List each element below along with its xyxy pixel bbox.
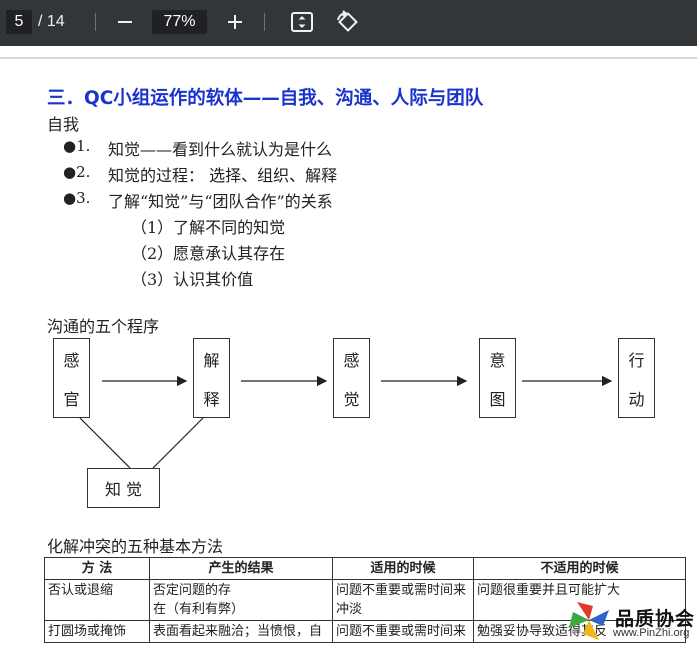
perception-box-text: 知 觉 [104, 480, 143, 499]
table-cell: 打圆场或掩饰 [44, 620, 150, 643]
flow-box-text: 觉 [343, 389, 360, 409]
flow-box-text: 解 [203, 350, 220, 370]
table-header-cell: 不适用的时候 [473, 557, 686, 580]
pinwheel-logo-icon [569, 602, 609, 640]
perception-box: 知 觉 [87, 468, 160, 508]
connector-line [79, 417, 131, 469]
flow-box-text: 释 [203, 389, 220, 409]
flow-box-text: 意 [489, 350, 506, 370]
flow-box-text: 感 [63, 350, 80, 370]
table-cell: 问题不重要或需时间来 [332, 620, 474, 643]
table-header-cell: 产生的结果 [149, 557, 333, 580]
watermark-url: www.PinZhi.org [613, 627, 690, 639]
table-header-cell: 方 法 [44, 557, 150, 580]
table-cell: 否认或退缩 [44, 579, 150, 621]
flow-box-text: 感 [343, 350, 360, 370]
flow-box-text: 行 [628, 350, 645, 370]
table-header-row: 方 法 产生的结果 适用的时候 不适用的时候 [44, 557, 686, 580]
flow-box-interpret: 解 释 [193, 338, 230, 418]
flow-box-feeling: 感 觉 [333, 338, 370, 418]
table-cell: 否定问题的存 在（有利有弊） [149, 579, 333, 621]
flow-box-text: 官 [63, 389, 80, 409]
flow-box-senses: 感 官 [53, 338, 90, 418]
flow-box-action: 行 动 [618, 338, 655, 418]
flow-box-text: 动 [628, 389, 645, 409]
flow-box-text: 图 [489, 389, 506, 409]
table-cell: 表面看起来融洽；当愤恨，自 [149, 620, 333, 643]
watermark-logo: 品质协会 www.PinZhi.org [563, 598, 697, 642]
table-cell: 问题不重要或需时间来 冲淡 [332, 579, 474, 621]
flow-box-intention: 意 图 [479, 338, 516, 418]
heading-conflict: 化解冲突的五种基本方法 [47, 537, 224, 556]
connector-line [152, 417, 204, 469]
table-header-cell: 适用的时候 [332, 557, 474, 580]
